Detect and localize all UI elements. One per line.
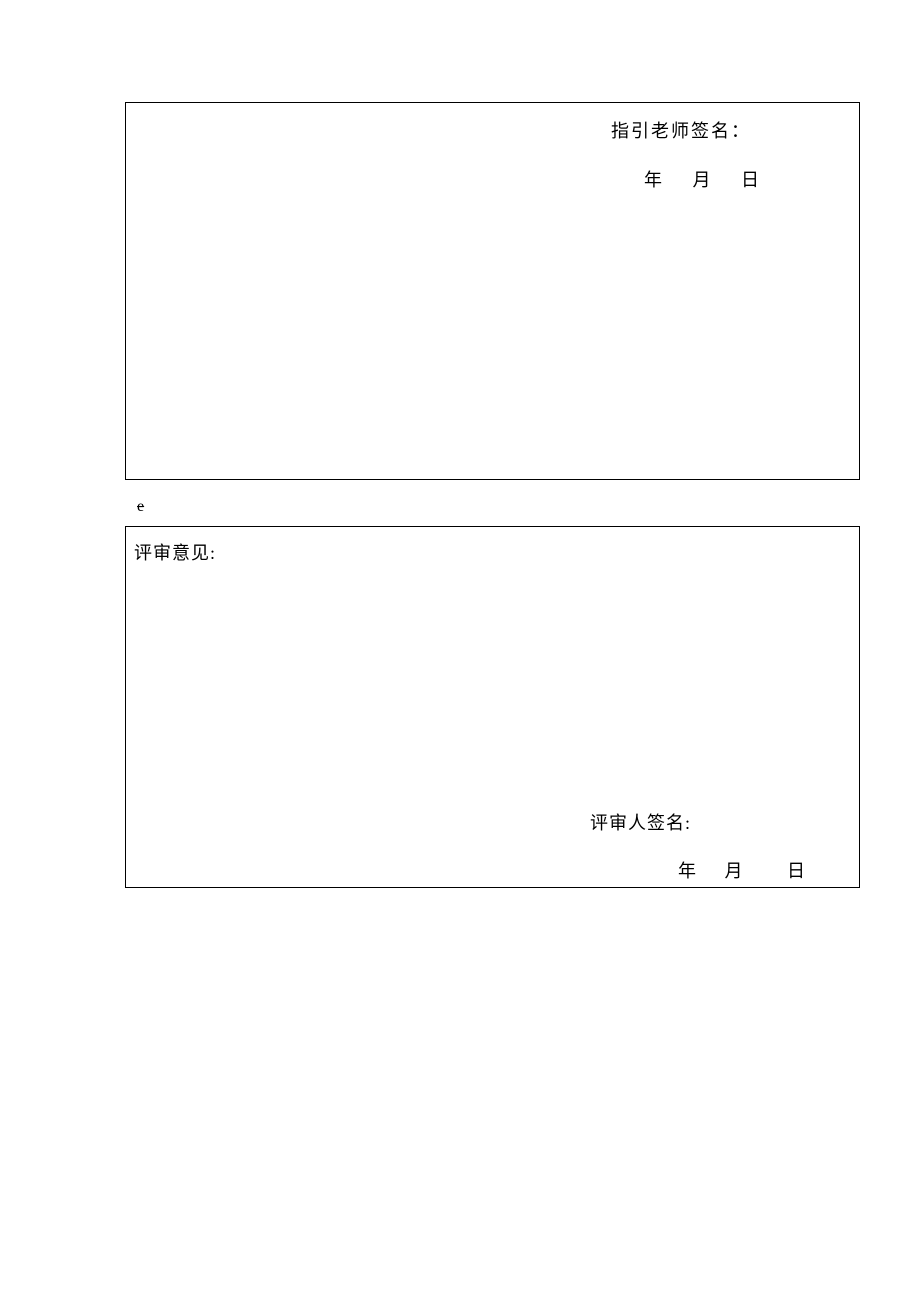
advisor-date-line: 年 月 日	[644, 166, 760, 192]
page-content: 指引老师签名： 年 月 日 e 评审意见: 评审人签名: 年 月 日	[125, 102, 860, 888]
advisor-signature-label: 指引老师签名：	[611, 117, 751, 143]
advisor-signature-box: 指引老师签名： 年 月 日	[125, 102, 860, 480]
reviewer-date-line: 年 月 日	[678, 857, 806, 883]
review-opinion-box: 评审意见: 评审人签名: 年 月 日	[125, 526, 860, 888]
date-day-label: 日	[741, 170, 760, 190]
review-opinion-title: 评审意见:	[134, 539, 216, 565]
date-year-label: 年	[644, 170, 663, 190]
reviewer-signature-label: 评审人签名:	[590, 809, 691, 835]
date-day-label: 日	[787, 861, 806, 881]
date-year-label: 年	[678, 861, 697, 881]
section-marker: e	[137, 498, 144, 516]
date-month-label: 月	[693, 170, 712, 190]
date-month-label: 月	[725, 861, 744, 881]
